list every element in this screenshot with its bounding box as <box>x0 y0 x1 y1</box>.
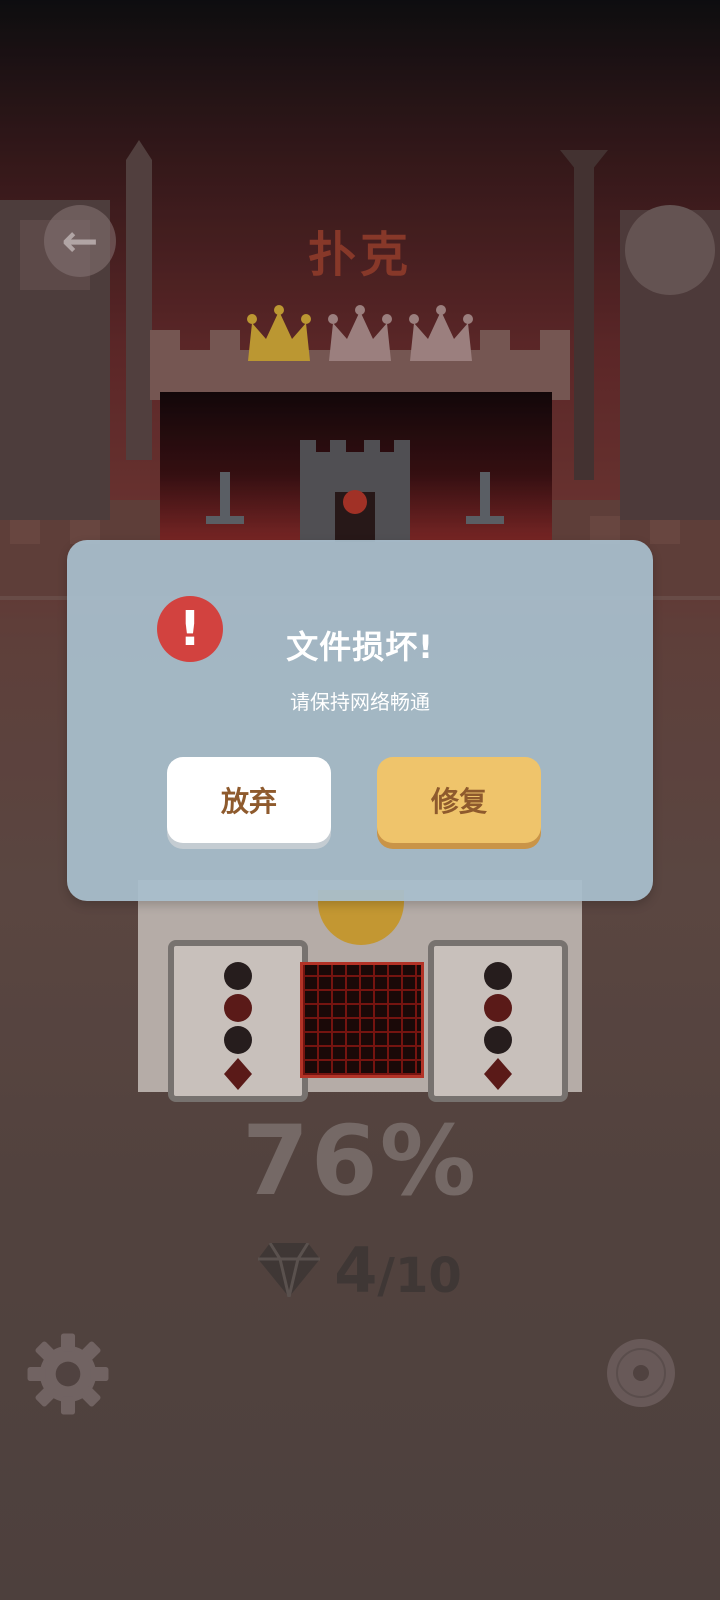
file-corrupted-dialog: ! 文件损坏! 请保持网络畅通 放弃 修复 <box>67 540 653 901</box>
repair-button-label: 修复 <box>430 785 487 818</box>
abandon-button[interactable]: 放弃 <box>167 757 331 843</box>
abandon-button-label: 放弃 <box>220 785 277 818</box>
dialog-title: 文件损坏! <box>286 628 434 666</box>
repair-button[interactable]: 修复 <box>377 757 541 843</box>
dialog-message: 请保持网络畅通 <box>290 690 430 714</box>
